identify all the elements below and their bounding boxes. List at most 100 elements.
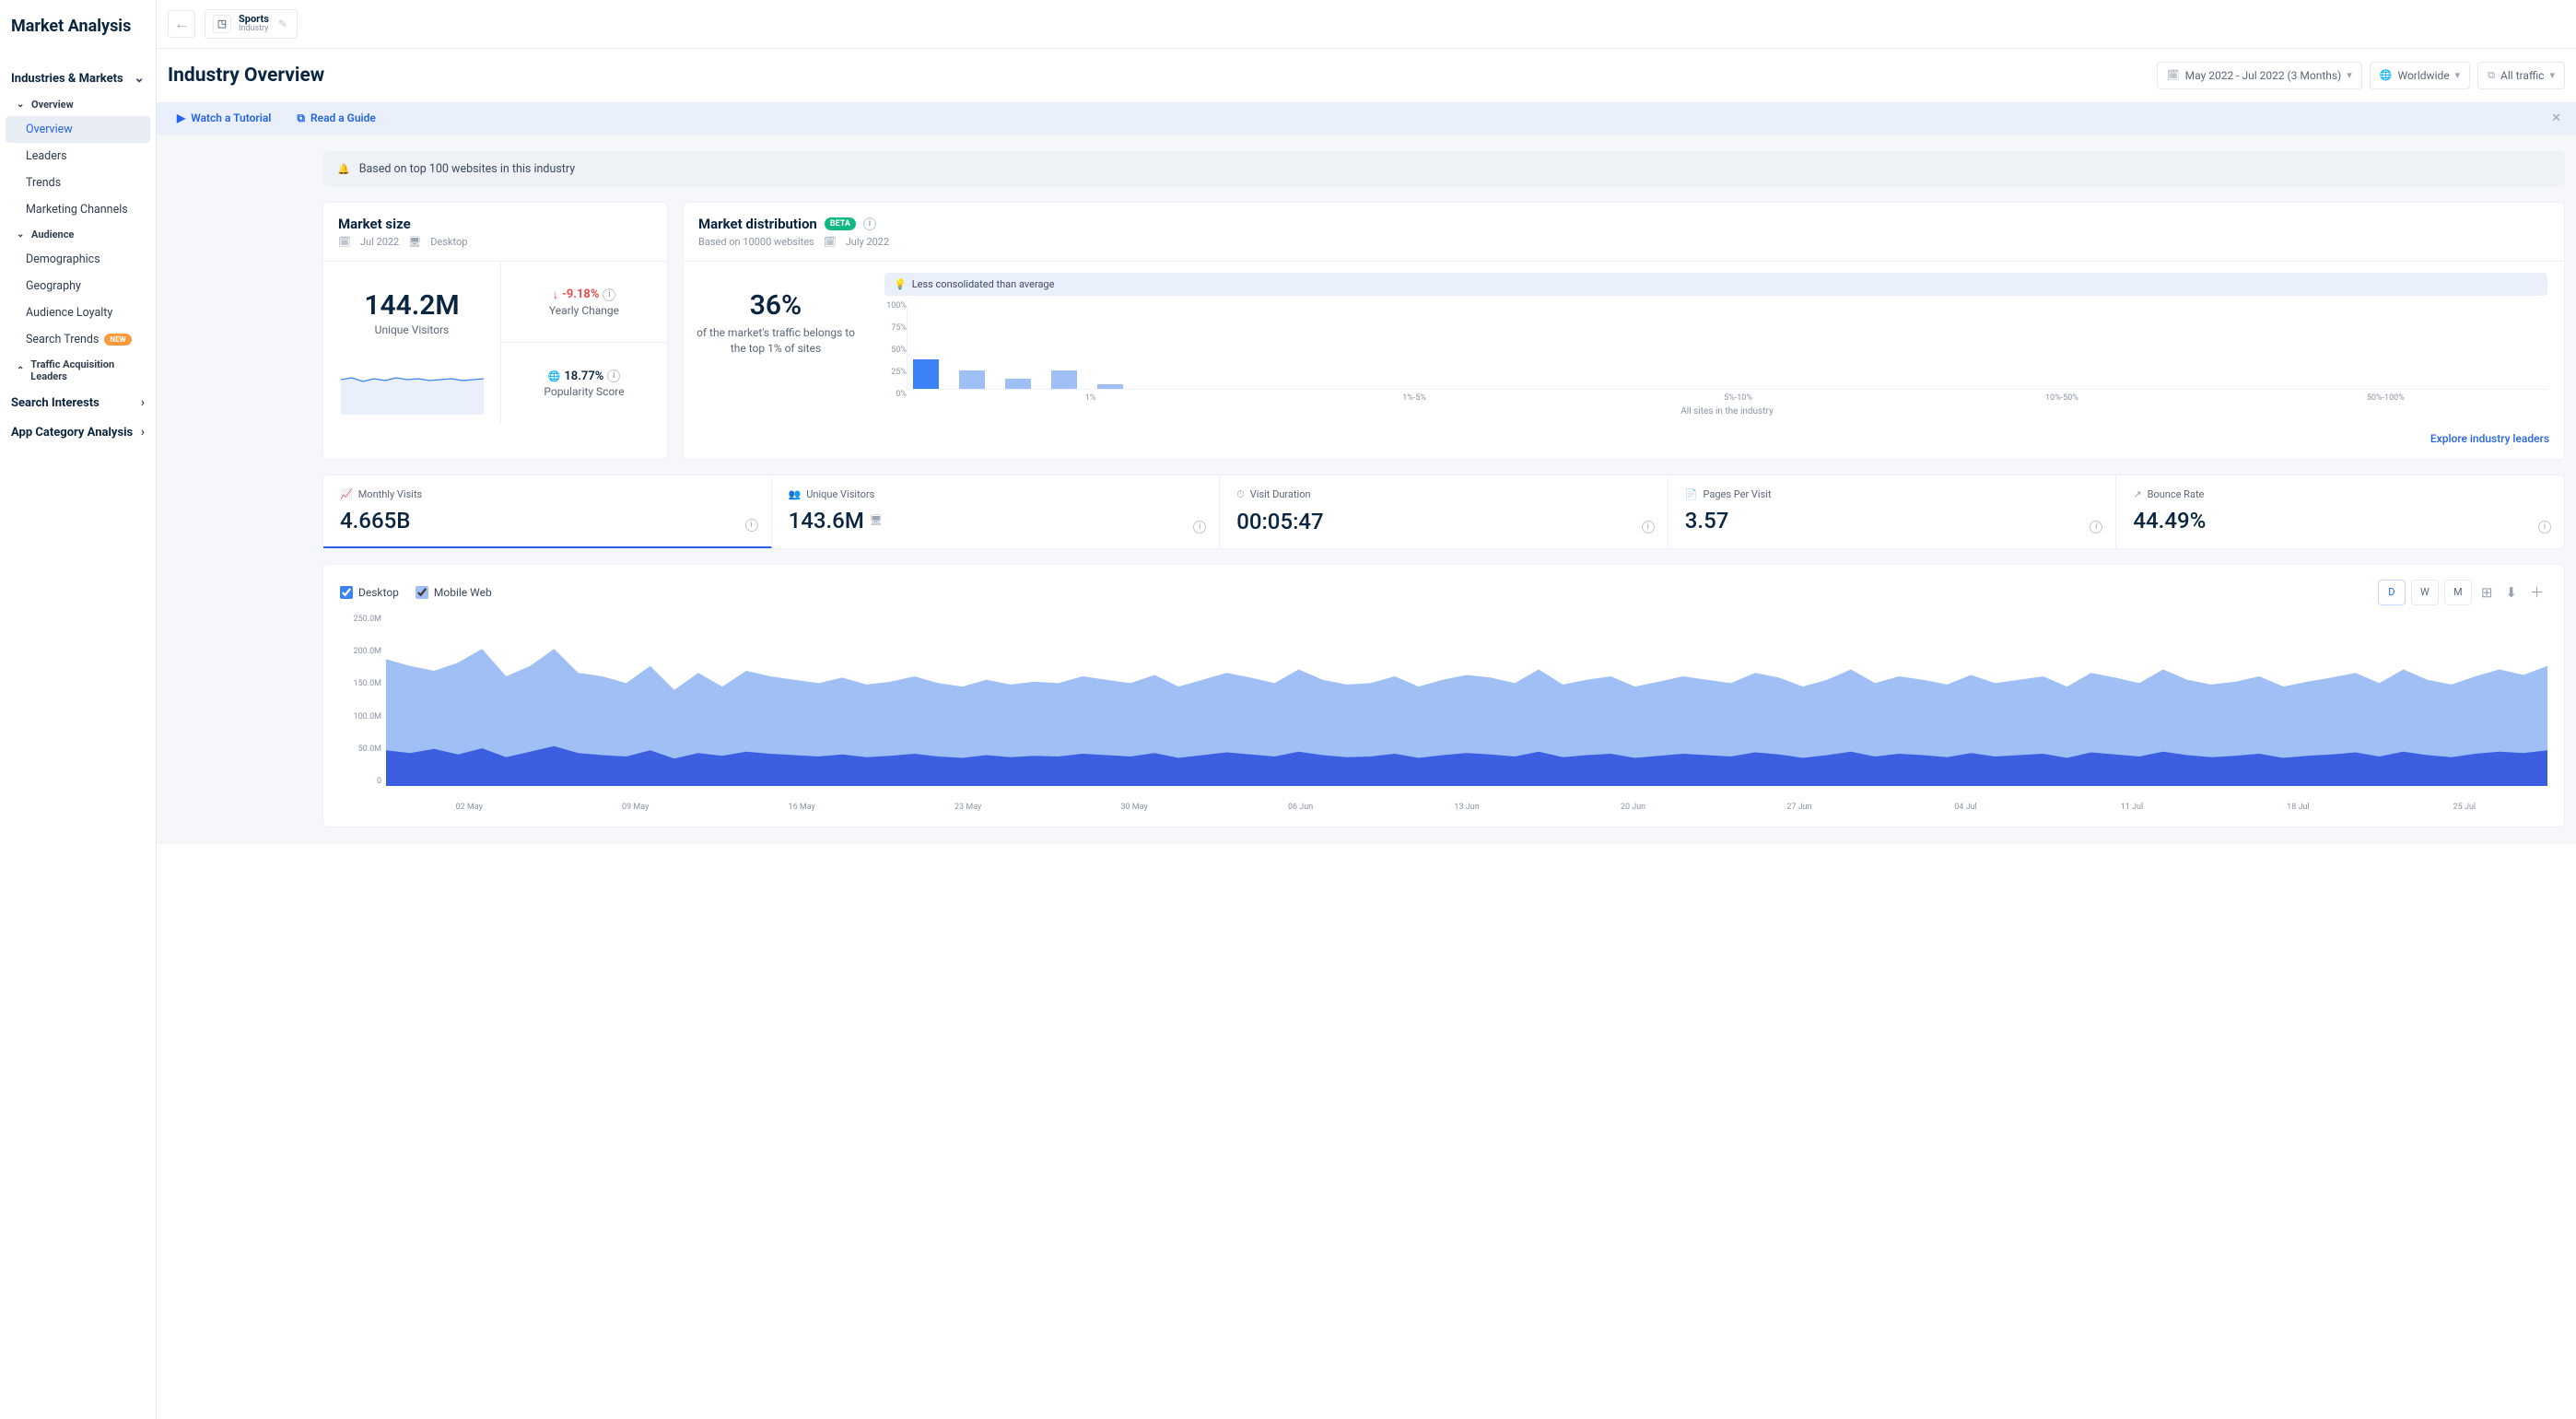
calendar-icon: 🗓 — [824, 236, 837, 248]
metric-unique-visitors[interactable]: 👥Unique Visitors143.6M🖥i — [772, 475, 1221, 548]
users-icon: 👥 — [789, 488, 802, 500]
info-icon[interactable]: i — [745, 519, 758, 532]
new-badge: NEW — [104, 334, 131, 346]
sidebar-sub-overview[interactable]: ⌄ Overview — [0, 93, 156, 116]
sidebar-item-audience-loyalty[interactable]: Audience Loyalty — [0, 299, 156, 326]
pages-icon: 📄 — [1685, 488, 1698, 500]
chevron-right-icon: › — [141, 395, 145, 410]
sidebar-item-trends[interactable]: Trends — [0, 170, 156, 196]
back-button[interactable]: ← — [168, 10, 195, 38]
sidebar-sub-traffic-leaders[interactable]: ⌃ Traffic Acquisition Leaders — [0, 353, 156, 388]
download-icon[interactable]: ⬇ — [2501, 584, 2521, 601]
chevron-down-icon: ⌄ — [17, 229, 26, 240]
explore-leaders-link[interactable]: Explore industry leaders — [2430, 432, 2549, 445]
edit-icon[interactable]: ✎ — [276, 18, 289, 30]
globe-icon: 🌐 — [2380, 69, 2393, 81]
dist-bar — [913, 359, 939, 389]
close-icon[interactable]: ✕ — [2551, 111, 2561, 125]
notice-banner: 🔔 Based on top 100 websites in this indu… — [322, 151, 2565, 187]
info-icon[interactable]: i — [863, 217, 876, 230]
distribution-percent: 36% — [697, 289, 855, 322]
chevron-down-icon: ⌄ — [17, 100, 26, 110]
chart-icon: 📈 — [340, 488, 353, 500]
chevron-up-icon: ⌃ — [17, 366, 25, 376]
chevron-down-icon: ▾ — [2455, 69, 2461, 81]
read-guide-link[interactable]: ⧉ Read a Guide — [297, 111, 375, 125]
sidebar-sub-audience[interactable]: ⌄ Audience — [0, 223, 156, 246]
clock-icon: ⏱ — [1236, 488, 1245, 501]
traffic-picker[interactable]: ⧉ All traffic ▾ — [2477, 62, 2565, 89]
desktop-icon: 🖥 — [408, 236, 421, 248]
sidebar-item-marketing-channels[interactable]: Marketing Channels — [0, 196, 156, 223]
watch-tutorial-link[interactable]: ▶ Watch a Tutorial — [177, 111, 271, 124]
chevron-down-icon: ▾ — [2549, 69, 2555, 81]
topbar: ← ◳ Sports Industry ✎ — [157, 0, 2576, 49]
help-bar: ▶ Watch a Tutorial ⧉ Read a Guide ✕ — [157, 102, 2576, 135]
page-title: Industry Overview — [168, 64, 324, 87]
dist-bar — [959, 370, 985, 389]
chevron-down-icon: ▾ — [2347, 69, 2352, 81]
info-icon[interactable]: i — [2090, 521, 2102, 534]
sidebar-item-overview[interactable]: Overview — [6, 116, 150, 143]
desktop-icon: 🖥 — [870, 514, 883, 526]
distribution-bar-chart: Traffic share 100%75%50%25%0% 1%1%-5%5%-… — [884, 301, 2547, 412]
breadcrumb[interactable]: ◳ Sports Industry ✎ — [205, 9, 298, 39]
info-icon[interactable]: i — [2538, 521, 2551, 534]
globe-icon: 🌐 — [548, 370, 561, 382]
traffic-chart-card: Desktop Mobile Web D W M ⊞ ⬇ ＋ 250.0M200… — [322, 564, 2565, 827]
analytics-icon: ◳ — [213, 15, 231, 33]
export-excel-icon[interactable]: ⊞ — [2477, 584, 2497, 601]
app-title: Market Analysis — [0, 0, 156, 64]
sidebar-section-search-interests[interactable]: Search Interests › — [0, 388, 156, 417]
sidebar-item-search-trends[interactable]: Search Trends NEW — [0, 326, 156, 353]
dist-bar — [1097, 384, 1123, 389]
calendar-icon: 🗓 — [2167, 69, 2180, 81]
metric-visit-duration[interactable]: ⏱Visit Duration00:05:47i — [1220, 475, 1669, 548]
lightbulb-icon: 💡 — [894, 278, 907, 290]
chevron-right-icon: › — [141, 425, 145, 440]
devices-icon: ⧉ — [2488, 69, 2495, 82]
sidebar-item-demographics[interactable]: Demographics — [0, 246, 156, 273]
info-icon[interactable]: i — [607, 369, 620, 382]
dist-bar — [1005, 379, 1031, 389]
metric-bounce-rate[interactable]: ↗Bounce Rate44.49%i — [2116, 475, 2564, 548]
card-title: Market size — [338, 216, 652, 232]
sidebar-item-leaders[interactable]: Leaders — [0, 143, 156, 170]
bell-icon: 🔔 — [337, 163, 350, 175]
granularity-day-button[interactable]: D — [2378, 580, 2406, 605]
sidebar-item-geography[interactable]: Geography — [0, 273, 156, 299]
sidebar-section-industries[interactable]: Industries & Markets ⌄ — [0, 64, 156, 93]
unique-visitors-label: Unique Visitors — [375, 323, 450, 336]
add-icon[interactable]: ＋ — [2526, 582, 2547, 602]
sidebar-section-app-category[interactable]: App Category Analysis › — [0, 417, 156, 447]
metric-monthly-visits[interactable]: 📈Monthly Visits4.665Bi — [323, 475, 772, 548]
granularity-week-button[interactable]: W — [2411, 580, 2439, 605]
info-icon[interactable]: i — [1642, 521, 1655, 534]
distribution-text: of the market's traffic belongs to the t… — [697, 325, 855, 357]
sidebar: Market Analysis Industries & Markets ⌄ ⌄… — [0, 0, 157, 1419]
bounce-icon: ↗ — [2133, 488, 2141, 500]
breadcrumb-subtitle: Industry — [239, 25, 269, 34]
header-row: Industry Overview 🗓 May 2022 - Jul 2022 … — [157, 49, 2576, 102]
area-chart: 250.0M200.0M150.0M100.0M50.0M0 — [386, 615, 2547, 799]
metric-pages-per-visit[interactable]: 📄Pages Per Visit3.57i — [1669, 475, 2117, 548]
arrow-down-icon: ↓ — [553, 287, 559, 302]
sparkline-chart — [341, 369, 484, 415]
desktop-checkbox[interactable]: Desktop — [340, 586, 399, 599]
book-icon: ⧉ — [297, 111, 305, 125]
calendar-icon: 🗓 — [338, 236, 351, 248]
beta-badge: BETA — [825, 217, 856, 230]
yearly-change-label: Yearly Change — [549, 304, 619, 317]
chevron-down-icon: ⌄ — [134, 71, 145, 86]
info-icon[interactable]: i — [603, 288, 615, 301]
region-picker[interactable]: 🌐 Worldwide ▾ — [2370, 62, 2470, 89]
dist-bar — [1051, 370, 1077, 389]
unique-visitors-value: 144.2M — [364, 289, 459, 322]
main-content: ← ◳ Sports Industry ✎ Industry Overview … — [157, 0, 2576, 1419]
popularity-label: Popularity Score — [544, 385, 624, 398]
granularity-month-button[interactable]: M — [2444, 580, 2472, 605]
date-range-picker[interactable]: 🗓 May 2022 - Jul 2022 (3 Months) ▾ — [2157, 62, 2362, 89]
info-icon[interactable]: i — [1193, 521, 1206, 534]
popularity-value: 🌐 18.77% i — [548, 369, 621, 383]
mobile-checkbox[interactable]: Mobile Web — [416, 586, 492, 599]
